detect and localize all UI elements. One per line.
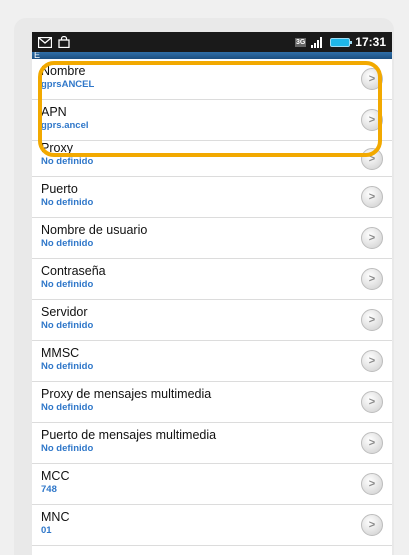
setting-label: Contraseña bbox=[41, 264, 106, 278]
chevron-right-icon[interactable]: > bbox=[361, 109, 383, 131]
gmail-icon bbox=[38, 36, 52, 48]
apn-settings-list: Nombre gprsANCEL > APN gprs.ancel > Prox… bbox=[32, 59, 392, 546]
chevron-right-icon[interactable]: > bbox=[361, 186, 383, 208]
chevron-right-icon[interactable]: > bbox=[361, 68, 383, 90]
setting-row-puerto[interactable]: Puerto No definido > bbox=[32, 177, 392, 218]
setting-label: Nombre de usuario bbox=[41, 223, 148, 237]
chevron-right-icon[interactable]: > bbox=[361, 514, 383, 536]
status-bar: 3G 17:31 bbox=[32, 32, 392, 52]
setting-label: MNC bbox=[41, 510, 70, 524]
setting-value: No definido bbox=[41, 238, 94, 249]
setting-label: MMSC bbox=[41, 346, 80, 360]
chevron-right-icon[interactable]: > bbox=[361, 147, 383, 170]
3g-icon: 3G bbox=[294, 37, 307, 47]
setting-row-nombre-de-usuario[interactable]: Nombre de usuario No definido > bbox=[32, 218, 392, 259]
setting-row-servidor[interactable]: Servidor No definido > bbox=[32, 300, 392, 341]
clock: 17:31 bbox=[355, 35, 386, 49]
chevron-right-icon[interactable]: > bbox=[361, 473, 383, 495]
setting-value: No definido bbox=[41, 197, 94, 208]
setting-value: 748 bbox=[41, 484, 57, 495]
setting-value: No definido bbox=[41, 361, 94, 372]
setting-row-mcc[interactable]: MCC 748 > bbox=[32, 464, 392, 505]
setting-label: MCC bbox=[41, 469, 70, 483]
setting-value: No definido bbox=[41, 320, 94, 331]
setting-value: No definido bbox=[41, 443, 94, 454]
setting-value: No definido bbox=[41, 402, 94, 413]
setting-row-apn[interactable]: APN gprs.ancel > bbox=[32, 100, 392, 141]
setting-value: gprs.ancel bbox=[41, 120, 89, 131]
setting-row-mnc[interactable]: MNC 01 > bbox=[32, 505, 392, 546]
setting-label: Puerto de mensajes multimedia bbox=[41, 428, 217, 442]
setting-label: Nombre bbox=[41, 64, 86, 78]
chevron-right-icon[interactable]: > bbox=[361, 227, 383, 249]
setting-row-nombre[interactable]: Nombre gprsANCEL > bbox=[32, 59, 392, 100]
phone-screen: 3G 17:31 E Nombre gprsANCEL > APN gprs.a… bbox=[32, 32, 392, 555]
setting-value: No definido bbox=[41, 279, 94, 290]
setting-value: No definido bbox=[41, 156, 94, 167]
setting-row-contrasena[interactable]: Contraseña No definido > bbox=[32, 259, 392, 300]
page-title: E bbox=[32, 52, 392, 59]
setting-value: gprsANCEL bbox=[41, 79, 95, 90]
chevron-right-icon[interactable]: > bbox=[361, 350, 383, 372]
chevron-right-icon[interactable]: > bbox=[361, 309, 383, 331]
shopping-bag-icon bbox=[58, 36, 70, 48]
setting-label: Proxy de mensajes multimedia bbox=[41, 387, 212, 401]
chevron-right-icon[interactable]: > bbox=[361, 432, 383, 454]
setting-label: Proxy bbox=[41, 141, 73, 155]
signal-icon bbox=[311, 36, 325, 48]
battery-icon bbox=[330, 37, 353, 47]
setting-row-proxy[interactable]: Proxy No definido > bbox=[32, 141, 392, 177]
setting-row-proxy-mms[interactable]: Proxy de mensajes multimedia No definido… bbox=[32, 382, 392, 423]
setting-row-mmsc[interactable]: MMSC No definido > bbox=[32, 341, 392, 382]
setting-label: APN bbox=[41, 105, 67, 119]
chevron-right-icon[interactable]: > bbox=[361, 268, 383, 290]
chevron-right-icon[interactable]: > bbox=[361, 391, 383, 413]
setting-label: Puerto bbox=[41, 182, 78, 196]
setting-label: Servidor bbox=[41, 305, 88, 319]
setting-row-puerto-mms[interactable]: Puerto de mensajes multimedia No definid… bbox=[32, 423, 392, 464]
setting-value: 01 bbox=[41, 525, 52, 536]
